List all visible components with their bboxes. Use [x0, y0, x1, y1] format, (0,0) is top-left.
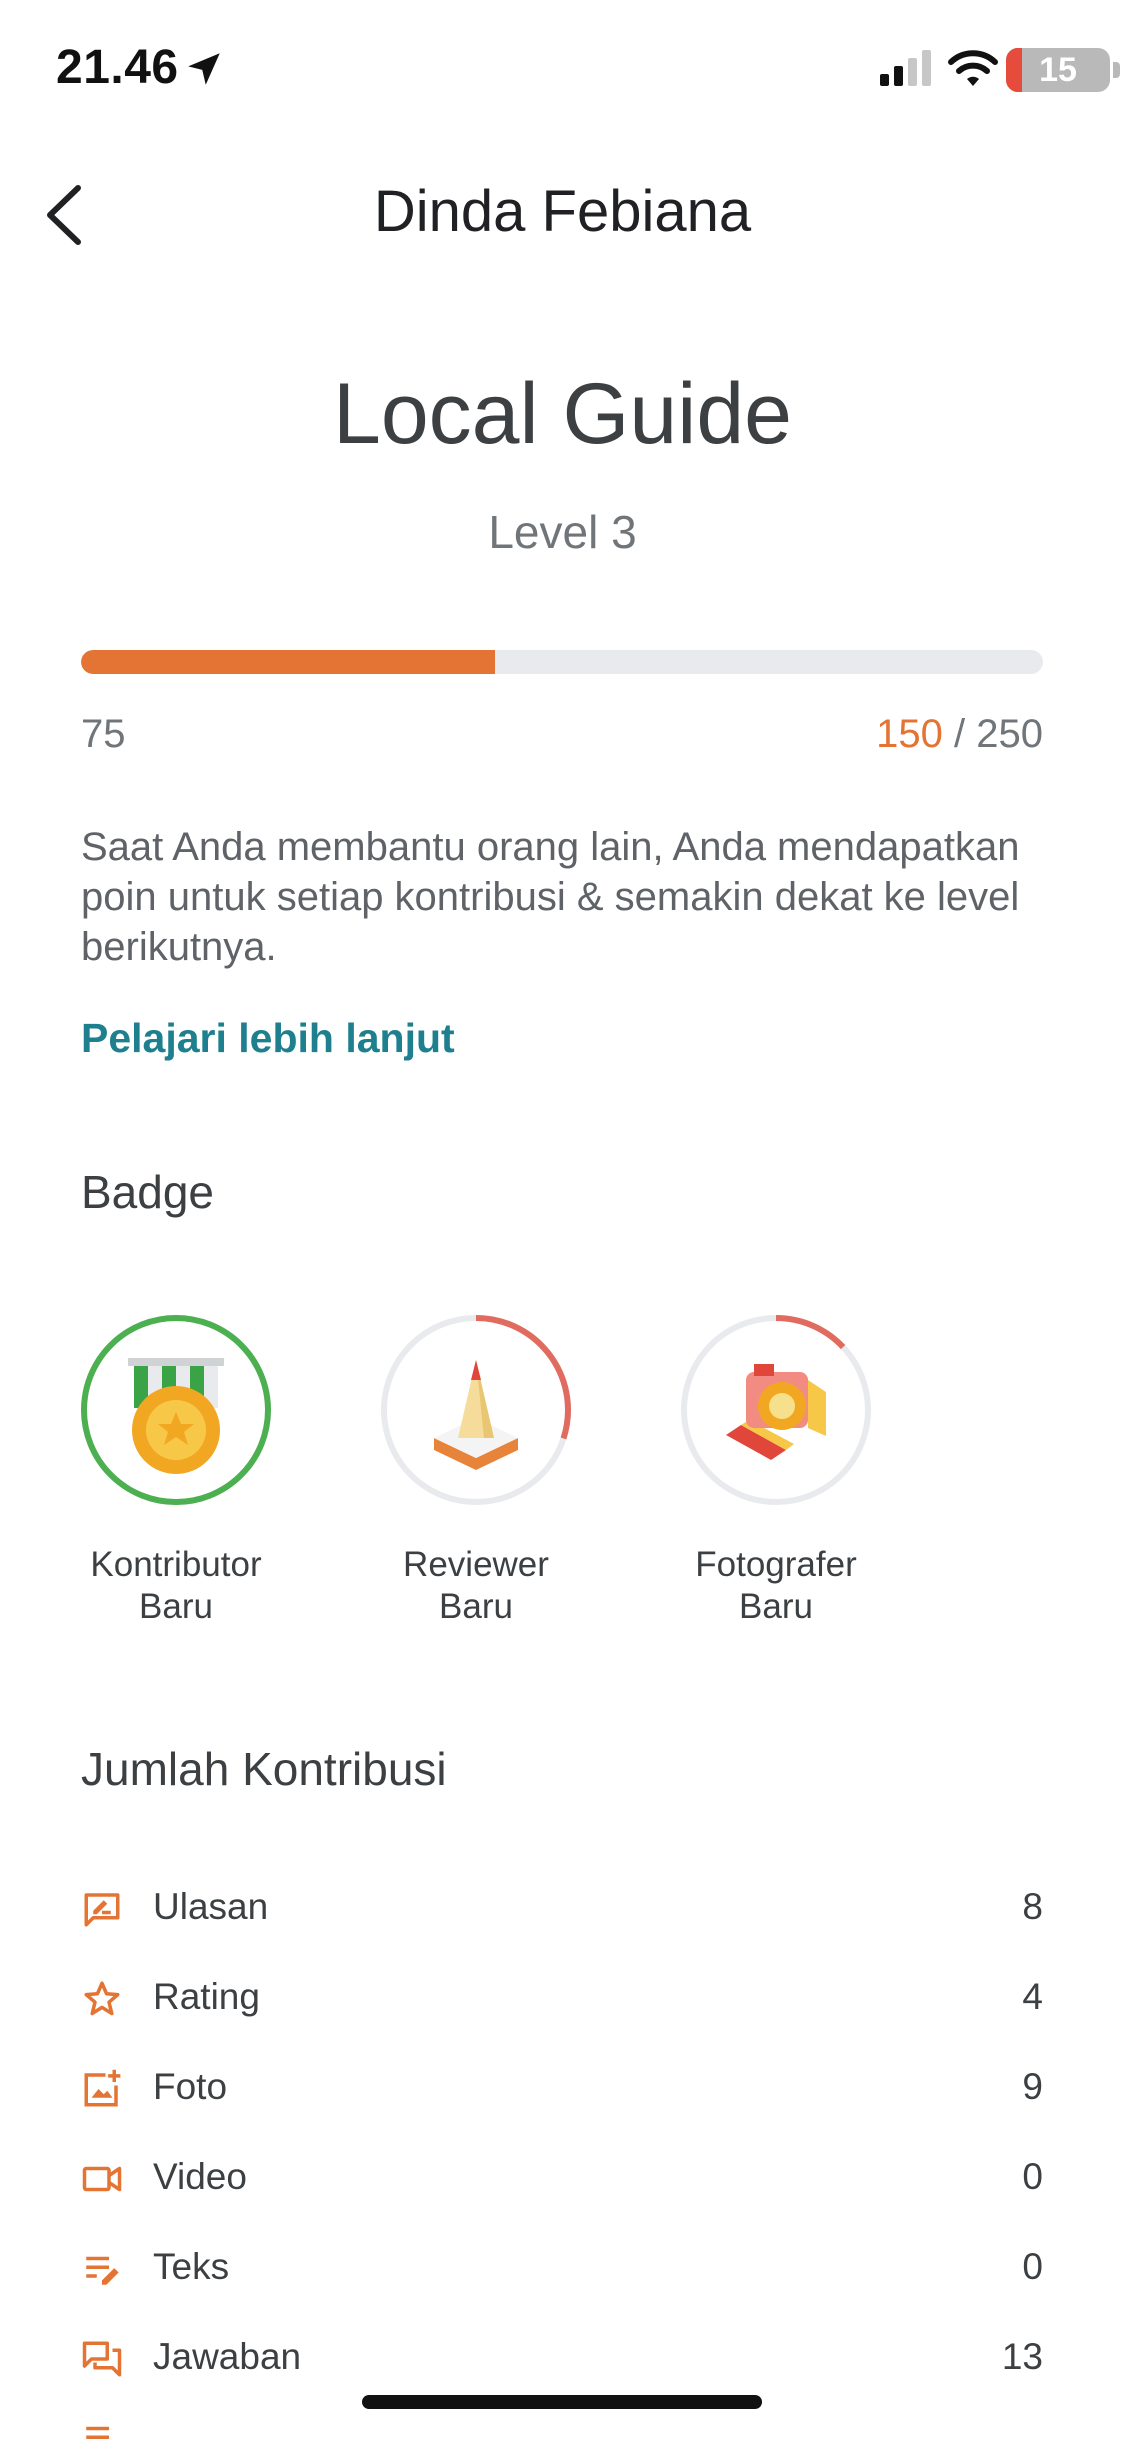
badge-kontributor-baru[interactable]: Kontributor Baru	[56, 1310, 296, 1628]
progress-fill	[81, 650, 495, 674]
battery-percent: 15	[1039, 51, 1077, 89]
points-end: 250	[976, 712, 1043, 756]
contribution-row-jawaban[interactable]: Jawaban 13	[81, 2332, 1043, 2392]
contribution-label: Rating	[153, 1976, 260, 2017]
contribution-row-rating[interactable]: Rating 4	[81, 1972, 1043, 2032]
camera-icon	[681, 1315, 871, 1505]
medal-icon	[81, 1315, 271, 1505]
program-title: Local Guide	[333, 366, 792, 462]
contribution-value: 9	[1022, 2066, 1043, 2107]
battery-indicator: 15	[1006, 48, 1122, 92]
badge-label: Kontributor Baru	[90, 1545, 262, 1626]
level-progress-bar	[81, 650, 1043, 674]
contribution-value: 13	[1001, 2336, 1043, 2377]
contribution-label: Foto	[153, 2066, 228, 2107]
contribution-row-ulasan[interactable]: Ulasan 8	[81, 1882, 1043, 1942]
contribution-row-foto[interactable]: Foto 9	[81, 2062, 1043, 2122]
contribution-row-video[interactable]: Video 0	[81, 2152, 1043, 2212]
review-cone-icon	[381, 1315, 571, 1505]
contribution-label: Teks	[153, 2246, 230, 2287]
badge-section-title: Badge	[81, 1166, 215, 1218]
contribution-label: Jawaban	[153, 2336, 302, 2377]
video-icon	[82, 2166, 122, 2192]
badge-fotografer-baru[interactable]: Fotografer Baru	[656, 1310, 896, 1628]
location-arrow-icon	[188, 53, 220, 85]
points-start: 75	[81, 712, 126, 756]
contribution-value: 0	[1022, 2246, 1043, 2287]
contribution-value: 8	[1022, 1886, 1043, 1927]
learn-more-link[interactable]: Pelajari lebih lanjut	[81, 1015, 455, 1062]
badge-reviewer-baru[interactable]: Reviewer Baru	[356, 1310, 596, 1628]
points-separator: /	[954, 712, 966, 756]
points-current: 150	[876, 712, 943, 756]
contribution-label: Ulasan	[153, 1886, 269, 1927]
next-row-icon	[86, 2426, 109, 2439]
cellular-signal-icon	[880, 50, 931, 86]
badge-label: Fotografer Baru	[695, 1545, 857, 1626]
contribution-value: 0	[1022, 2156, 1043, 2197]
points-target: 150 / 250	[876, 712, 1043, 757]
status-time: 21.46	[56, 41, 179, 94]
home-indicator[interactable]	[362, 2395, 762, 2409]
contribution-row-teks[interactable]: Teks 0	[81, 2242, 1043, 2302]
answers-icon	[82, 2341, 122, 2377]
profile-name: Dinda Febiana	[373, 179, 752, 244]
level-label: Level 3	[488, 506, 637, 558]
star-icon	[84, 1981, 120, 2016]
contributions-section-title: Jumlah Kontribusi	[81, 1743, 447, 1795]
contribution-value: 4	[1022, 1976, 1043, 2017]
edit-text-icon	[86, 2256, 119, 2285]
contribution-label: Video	[153, 2156, 247, 2197]
add-photo-icon	[84, 2069, 121, 2107]
review-icon	[84, 1893, 120, 1927]
description-text: Saat Anda membantu orang lain, Anda mend…	[81, 825, 1020, 969]
badge-label: Reviewer Baru	[403, 1545, 549, 1626]
wifi-icon	[948, 50, 998, 86]
